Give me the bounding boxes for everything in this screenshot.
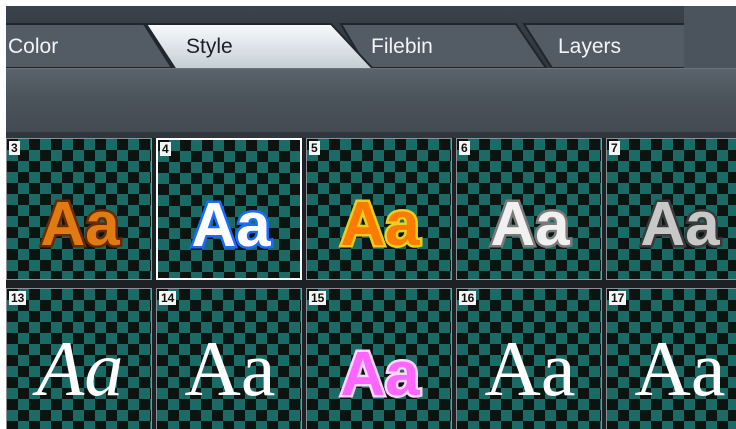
style-preview-text: Aa xyxy=(185,325,276,412)
style-preview: Aa xyxy=(189,189,274,263)
style-thumbnail-3[interactable]: 3 Aa xyxy=(6,138,152,280)
style-thumbnail-15[interactable]: 15 Aa xyxy=(306,288,452,429)
style-preview-text: Aa xyxy=(191,191,271,260)
style-preview-text: Aa xyxy=(40,190,120,259)
style-preview: Aa xyxy=(338,338,423,412)
style-thumbnail-17[interactable]: 17 Aa xyxy=(606,288,736,429)
tab-layers[interactable]: Layers xyxy=(522,23,694,70)
tab-color-label: Color xyxy=(8,35,59,58)
style-preview: Aa xyxy=(338,188,423,262)
style-preview: Aa xyxy=(485,325,576,412)
style-preview: Aa xyxy=(32,325,124,412)
style-preview-text: Aa xyxy=(340,190,420,259)
toolbar-area xyxy=(6,68,736,133)
style-panel: Color Filebin Layers Style 3 Aa 4 Aa 5 A… xyxy=(6,6,736,429)
style-thumbnail-13[interactable]: 13 Aa xyxy=(6,288,152,429)
tab-bar-filler xyxy=(684,6,736,68)
style-preview: Aa xyxy=(38,188,123,262)
style-preview: Aa xyxy=(638,188,723,262)
tab-style-label: Style xyxy=(186,35,233,58)
style-preview-text: Aa xyxy=(490,190,570,259)
style-thumbnail-4[interactable]: 4 Aa xyxy=(156,138,302,280)
style-preview: Aa xyxy=(635,325,726,412)
tab-layers-label: Layers xyxy=(558,35,622,58)
style-preview: Aa xyxy=(185,325,276,412)
style-preview: Aa xyxy=(488,188,573,262)
style-thumbnail-6[interactable]: 6 Aa xyxy=(456,138,602,280)
style-thumbnail-16[interactable]: 16 Aa xyxy=(456,288,602,429)
style-preview-text: Aa xyxy=(340,340,420,409)
tab-shape xyxy=(144,23,377,71)
style-thumbnail-14[interactable]: 14 Aa xyxy=(156,288,302,429)
style-preview-text: Aa xyxy=(640,190,720,259)
style-thumbnail-5[interactable]: 5 Aa xyxy=(306,138,452,280)
tab-style[interactable]: Style xyxy=(144,23,381,71)
style-preview-text: Aa xyxy=(485,325,576,412)
style-preview-text: Aa xyxy=(32,325,124,412)
style-thumbnail-7[interactable]: 7 Aa xyxy=(606,138,736,280)
style-gallery: 3 Aa 4 Aa 5 Aa 6 Aa 7 Aa 13 Aa 14 Aa 15 Aa 16 Aa … xyxy=(6,138,736,429)
style-preview-text: Aa xyxy=(635,325,726,412)
tab-bar: Color Filebin Layers Style xyxy=(6,6,736,71)
